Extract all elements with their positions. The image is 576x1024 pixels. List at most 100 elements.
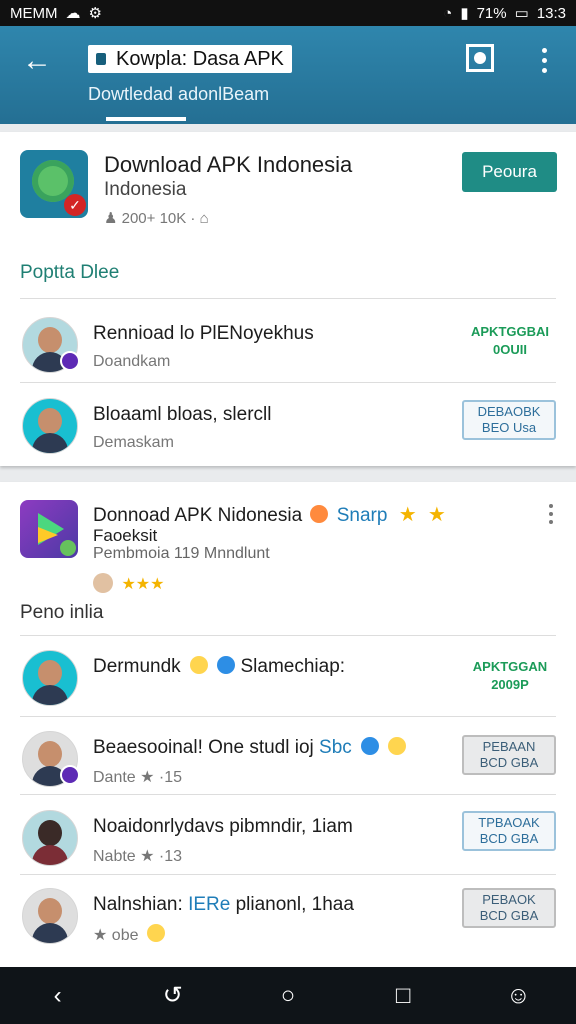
- app-line-three: Pembmoia 119 Mnndlunt: [93, 545, 270, 562]
- carrier-label: MEMM: [10, 4, 58, 22]
- item-subtitle: Dante ★ ·15: [93, 769, 183, 786]
- primary-action-button[interactable]: Peoura: [462, 152, 557, 192]
- app-icon: ✓: [20, 150, 88, 218]
- section-title: Peno inlia: [20, 602, 104, 623]
- item-title-text: Beaesooinal! One studl ioj: [93, 737, 314, 758]
- avatar: [22, 650, 78, 706]
- tab-underline: [106, 117, 186, 121]
- rating-stars: ★★★: [121, 576, 165, 593]
- pin-icon: ✓: [64, 194, 86, 216]
- lock-icon: [96, 53, 106, 65]
- title-box: Kowpla: Dasa APK: [88, 45, 292, 73]
- cloud-icon: ☁: [65, 5, 81, 22]
- item-subtitle-text: ★ obe: [93, 927, 139, 944]
- divider: [20, 716, 556, 717]
- emoji-icon: [310, 505, 329, 523]
- play-accent-icon: [38, 527, 58, 543]
- battery-icon: ▭: [514, 5, 529, 22]
- app-card-main: ✓ Download APK Indonesia Indonesia ♟ 200…: [0, 132, 576, 466]
- back-icon[interactable]: ‹: [44, 982, 72, 1010]
- star-icon: ★: [427, 504, 446, 526]
- app-line-two: Faoeksit: [93, 526, 158, 545]
- verified-badge-icon: [60, 351, 80, 371]
- item-action[interactable]: APKTGGAN 2009P: [462, 658, 558, 694]
- verified-icon: [361, 737, 380, 755]
- rating-line: ★★★: [93, 573, 164, 594]
- item-subtitle: ★ obe: [93, 924, 165, 945]
- list-item[interactable]: Beaesooinal! One studl ioj Sbc Dante ★ ·…: [0, 721, 576, 801]
- screen-dot: [474, 52, 486, 64]
- divider: [20, 635, 556, 636]
- navigation-bar: ‹ ↺ ○ □ ☺: [0, 967, 576, 1024]
- app-name: Download APK Indonesia: [104, 152, 353, 177]
- battery-text: 71%: [476, 4, 507, 22]
- item-action-button[interactable]: DEBAOBK BEO Usa: [462, 400, 556, 440]
- app-region: Indonesia: [104, 179, 187, 200]
- history-icon[interactable]: ↺: [159, 982, 187, 1010]
- play-store-icon: [20, 500, 78, 558]
- avatar: [93, 573, 113, 593]
- lock-small-icon: ⌂: [199, 210, 209, 227]
- app-bar: ← Kowpla: Dasa APK Dowtledad adonlBeam: [0, 26, 576, 124]
- screen-icon[interactable]: [466, 44, 494, 72]
- item-subtitle: Nabte ★ ·13: [93, 848, 183, 865]
- item-action-button[interactable]: PEBAOK BCD GBA: [462, 888, 556, 928]
- item-title: Dermundk Slamechiap:: [93, 656, 345, 678]
- app-meta: ♟ 200+ 10K · ⌂: [104, 209, 209, 227]
- smile-icon: [189, 656, 208, 674]
- item-subtitle: Doandkam: [93, 353, 171, 370]
- smile-icon: [388, 737, 407, 755]
- app-title: Kowpla: Dasa APK: [116, 47, 284, 70]
- app-title-text: Donnoad APK Nidonesia: [93, 505, 303, 526]
- divider: [20, 382, 556, 383]
- divider: [20, 874, 556, 875]
- app-title-line: Donnoad APK Nidonesia Snarp ★ ★: [93, 502, 446, 527]
- signal-icon: ▮: [460, 5, 469, 22]
- status-bar: MEMM ☁ ⚙ ◔ ▮ 71% ▭ 13:3: [0, 0, 576, 26]
- list-item[interactable]: Noaidonrlydavs pibmndir, 1iam Nabte ★ ·1…: [0, 800, 576, 880]
- settings-icon[interactable]: ☺: [504, 982, 532, 1010]
- users-icon: ♟: [104, 210, 122, 227]
- list-item[interactable]: Rennioad lo PlENoyekhus Doandkam APKTGGB…: [0, 307, 576, 387]
- section-title: Poptta Dlee: [20, 262, 120, 283]
- recents-icon[interactable]: □: [389, 982, 417, 1010]
- verified-badge-icon: [60, 765, 80, 785]
- app-subtitle: Dowtledad adonlBeam: [88, 84, 270, 104]
- list-item[interactable]: Bloaaml bloas, slercll Demaskam DEBAOBK …: [0, 388, 576, 468]
- check-icon: [60, 540, 76, 556]
- smile-icon: [146, 924, 165, 942]
- back-arrow-icon[interactable]: ←: [22, 46, 52, 76]
- item-title-blue: IERe: [188, 894, 231, 915]
- item-subtitle: Demaskam: [93, 434, 174, 451]
- item-title: Noaidonrlydavs pibmndir, 1iam: [93, 816, 353, 837]
- item-title-text: Nalnshian:: [93, 894, 183, 915]
- list-item[interactable]: Dermundk Slamechiap: APKTGGAN 2009P: [0, 640, 576, 720]
- settings-icon: ⚙: [88, 5, 102, 22]
- avatar: [22, 398, 78, 454]
- overflow-menu-icon[interactable]: [540, 48, 548, 78]
- verified-icon: [217, 656, 236, 674]
- item-title-end: plianonl, 1haa: [235, 894, 354, 915]
- meta-text: 200+ 10K ·: [121, 210, 196, 227]
- item-title-blue: Sbc: [319, 737, 352, 758]
- item-action-button[interactable]: TPBAOAK BCD GBA: [462, 811, 556, 851]
- wifi-icon: ◔: [443, 4, 453, 22]
- app-card-secondary: Donnoad APK Nidonesia Snarp ★ ★ Faoeksit…: [0, 482, 576, 967]
- avatar: [22, 888, 78, 944]
- app-title-blue: Snarp: [336, 505, 388, 526]
- more-options-icon[interactable]: [548, 504, 554, 528]
- item-title: Bloaaml bloas, slercll: [93, 404, 272, 425]
- item-title-text: Dermundk: [93, 656, 181, 677]
- divider: [20, 298, 556, 299]
- item-title: Nalnshian: IERe plianonl, 1haa: [93, 894, 354, 916]
- home-icon[interactable]: ○: [274, 982, 302, 1010]
- avatar: [22, 810, 78, 866]
- list-item[interactable]: Nalnshian: IERe plianonl, 1haa ★ obe PEB…: [0, 878, 576, 958]
- item-title: Rennioad lo PlENoyekhus: [93, 323, 314, 344]
- time-text: 13:3: [536, 4, 566, 22]
- item-title-extra: Slamechiap:: [240, 656, 346, 677]
- divider: [20, 794, 556, 795]
- star-icon: ★: [398, 504, 417, 526]
- item-action[interactable]: APKTGGBAI 0OUII: [462, 323, 558, 359]
- item-action-button[interactable]: PEBAAN BCD GBA: [462, 735, 556, 775]
